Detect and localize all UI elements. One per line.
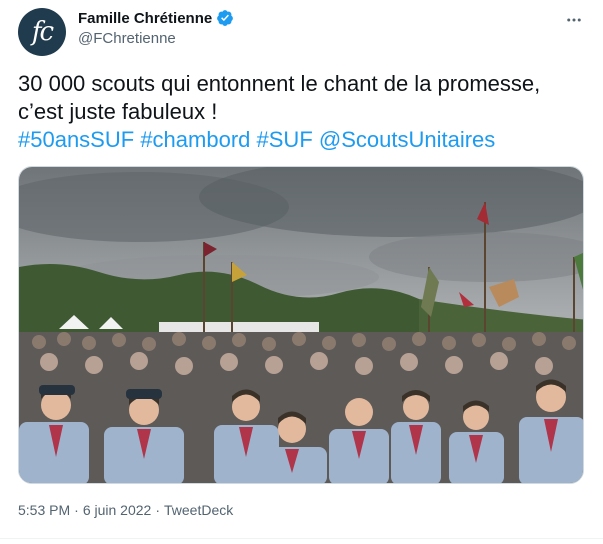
author-name-row[interactable]: Famille Chrétienne [78,9,234,27]
more-options-button[interactable] [562,8,586,32]
tweet-video-media[interactable] [18,166,584,484]
tweet-time[interactable]: 5:53 PM [18,502,70,518]
meta-separator: · [74,502,79,518]
avatar-monogram: fc [31,17,54,47]
mention-scoutsunitaires[interactable]: @ScoutsUnitaires [319,127,495,152]
tweet-date[interactable]: 6 juin 2022 [83,502,152,518]
avatar[interactable]: fc [18,8,66,56]
tweet-text-line-1: 30 000 scouts qui entonnent le chant de … [18,71,541,96]
verified-badge-icon [217,10,234,26]
tweet-card: fc Famille Chrétienne @FChretienne 30 00… [0,0,603,544]
author-handle[interactable]: @FChretienne [78,30,176,47]
divider [0,538,603,539]
hashtag-list: #50ansSUF #chambord #SUF @ScoutsUnitaire… [18,126,588,154]
tweet-text: 30 000 scouts qui entonnent le chant de … [18,70,588,154]
tweet-source[interactable]: TweetDeck [164,502,233,518]
meta-separator: · [155,502,160,518]
more-dots-icon [567,18,581,22]
hashtag-50anssuf[interactable]: #50ansSUF [18,127,134,152]
tweet-metadata: 5:53 PM · 6 juin 2022 · TweetDeck [18,502,233,518]
tweet-text-line-2: c’est juste fabuleux ! [18,99,218,124]
author-display-name[interactable]: Famille Chrétienne [78,10,212,27]
hashtag-chambord[interactable]: #chambord [140,127,250,152]
scouts-crowd-image [19,167,583,483]
hashtag-suf[interactable]: #SUF [257,127,313,152]
